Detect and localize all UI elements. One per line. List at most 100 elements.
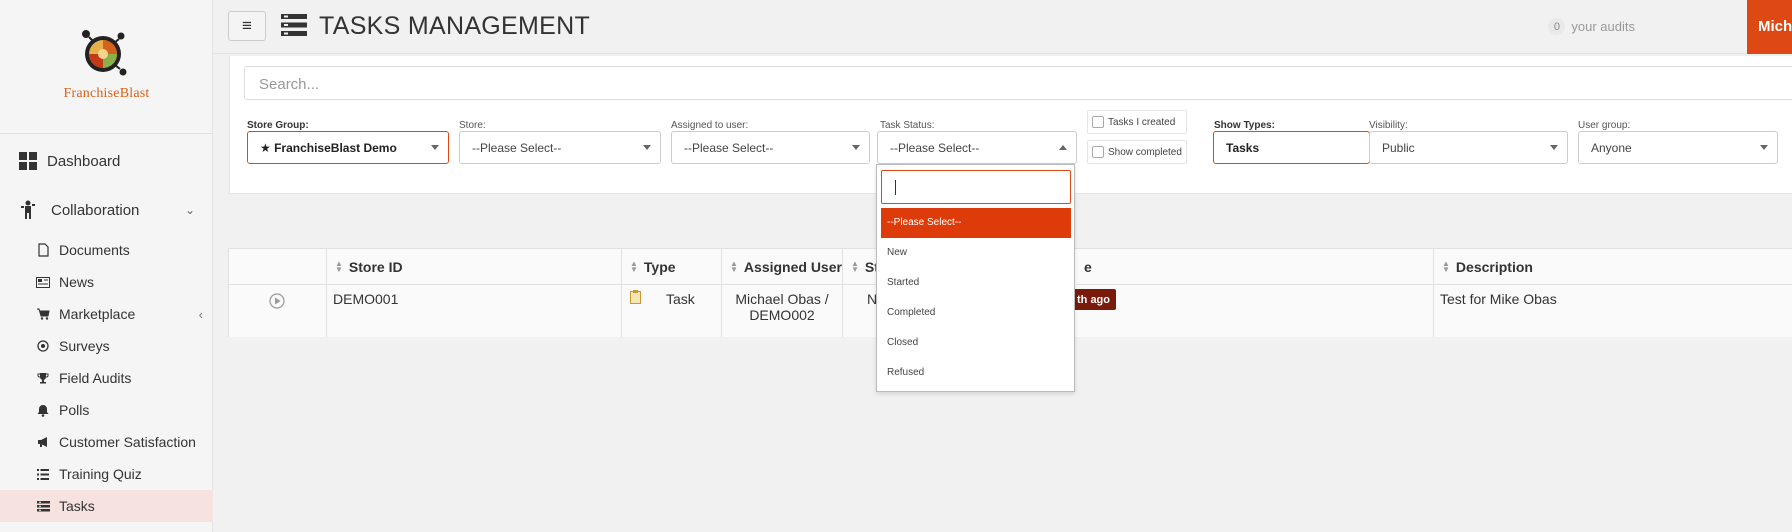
audits-count-badge: 0 [1548,18,1566,35]
table-header-assigned-user[interactable]: ▲ ▼ Assigned User [722,249,843,285]
sidebar-item-documents[interactable]: Documents [0,234,213,266]
show-types-value: Tasks [1226,141,1260,155]
sidebar-item-field-audits[interactable]: Field Audits [0,362,213,394]
bell-icon [36,403,50,417]
sort-icon: ▲ ▼ [630,258,638,274]
user-group-select[interactable]: Anyone [1578,131,1778,164]
sidebar-item-label: News [59,274,95,290]
assigned-user-label: Assigned to user: [671,120,749,131]
sidebar-item-polls[interactable]: Polls [0,394,213,426]
tasks-icon [281,14,307,41]
dropdown-option[interactable]: New [881,238,1071,268]
sidebar-item-surveys[interactable]: Surveys [0,330,213,362]
sort-icon: ▲ ▼ [851,258,859,274]
megaphone-icon [36,435,50,449]
store-group-select[interactable]: ★ FranchiseBlast Demo [247,131,449,164]
dropdown-option[interactable]: Refused [881,358,1071,388]
sidebar-item-label: Surveys [59,338,110,354]
assigned-user-value: --Please Select-- [684,141,774,155]
menu-toggle-button[interactable]: ≡ [228,11,266,41]
target-icon [36,339,50,353]
brand-name-first: Franchise [63,86,120,101]
sidebar-item-news[interactable]: News [0,266,213,298]
sidebar-item-collaboration[interactable]: Collaboration ⌄ [0,199,213,221]
cell-date [1076,285,1434,337]
sort-icon: ▲ ▼ [730,258,738,274]
row-expand-cell[interactable] [229,285,327,337]
show-types-select[interactable]: Tasks [1213,131,1370,164]
cell-type: Task [622,285,722,337]
dropdown-option[interactable]: Completed [881,298,1071,328]
column-label: e [1084,258,1092,275]
user-group-value: Anyone [1591,141,1632,155]
store-label: Store: [459,120,486,131]
dropdown-option[interactable]: Started [881,268,1071,298]
audits-link[interactable]: 0 your audits [1548,18,1635,35]
user-menu-button[interactable]: Michael Obas [1747,0,1792,54]
sidebar-item-dashboard[interactable]: Dashboard [0,150,213,172]
sidebar-item-label: Polls [59,402,90,418]
sort-icon: ▲ ▼ [1442,258,1450,274]
task-status-value: --Please Select-- [890,141,980,155]
tasks-i-created-checkbox[interactable]: Tasks I created [1087,110,1187,134]
show-types-label: Show Types: [1214,120,1275,131]
task-status-dropdown: --Please Select-- New Started Completed … [876,164,1075,392]
sidebar-item-label: Documents [59,242,130,258]
chevron-down-icon: ⌄ [184,203,195,217]
chevron-down-icon [643,145,651,150]
sidebar-item-tasks[interactable]: Tasks [0,490,213,522]
sidebar-item-training-quiz[interactable]: Training Quiz [0,458,213,490]
task-status-select[interactable]: --Please Select-- [877,131,1077,164]
sidebar-item-customer-satisfaction[interactable]: Customer Satisfaction [0,426,213,458]
dropdown-search-input[interactable] [881,170,1071,204]
table-header-description[interactable]: ▲ ▼ Description [1434,249,1792,285]
chevron-down-icon [1550,145,1558,150]
cart-icon [36,307,50,321]
sidebar-item-label: Marketplace [59,306,136,322]
task-status-label: Task Status: [880,120,935,131]
brand-logo[interactable]: FranchiseBlast [0,0,213,134]
person-icon [18,200,38,220]
sidebar-item-label: Customer Satisfaction [59,434,196,450]
sidebar-item-marketplace[interactable]: Marketplace ‹ [0,298,213,330]
trophy-icon [36,371,50,385]
file-icon [36,243,50,257]
user-group-label: User group: [1578,120,1631,131]
chevron-down-icon [1760,145,1768,150]
play-circle-icon[interactable] [269,293,285,309]
visibility-label: Visibility: [1369,120,1408,131]
clipboard-icon [630,290,641,304]
cell-store-id: DEMO001 [327,285,622,337]
visibility-select[interactable]: Public [1369,131,1568,164]
search-input[interactable]: Search... [244,66,1792,100]
show-completed-label: Show completed [1108,146,1182,158]
brand-name-second: Blast [119,86,150,101]
table-header-type[interactable]: ▲ ▼ Type [622,249,722,285]
assigned-user-select[interactable]: --Please Select-- [671,131,870,164]
page-title: TASKS MANAGEMENT [319,12,591,40]
dashboard-icon [18,151,38,171]
cell-type-text: Task [666,291,695,307]
visibility-value: Public [1382,141,1415,155]
dropdown-option[interactable]: Closed [881,328,1071,358]
text-cursor [895,180,896,195]
checkbox-box [1092,146,1104,158]
sidebar-item-label: Dashboard [47,152,121,170]
sidebar-item-label: Training Quiz [59,466,142,482]
newspaper-icon [36,275,50,289]
logo-icon [82,30,127,76]
store-select[interactable]: --Please Select-- [459,131,661,164]
store-group-label: Store Group: [247,120,309,131]
sidebar-item-label: Tasks [59,498,95,514]
sidebar: FranchiseBlast Dashboard Collaboration ⌄… [0,0,213,532]
list-icon [36,467,50,481]
dropdown-option[interactable]: --Please Select-- [881,208,1071,238]
column-label: Assigned User [743,258,842,275]
cell-description: Test for Mike Obas [1434,285,1792,337]
chevron-left-icon: ‹ [198,306,203,322]
chevron-up-icon [1059,145,1067,150]
show-completed-checkbox[interactable]: Show completed [1087,140,1187,164]
hamburger-icon: ≡ [242,16,252,35]
table-header-store-id[interactable]: ▲ ▼ Store ID [327,249,622,285]
table-header-date[interactable]: e [1076,249,1434,285]
